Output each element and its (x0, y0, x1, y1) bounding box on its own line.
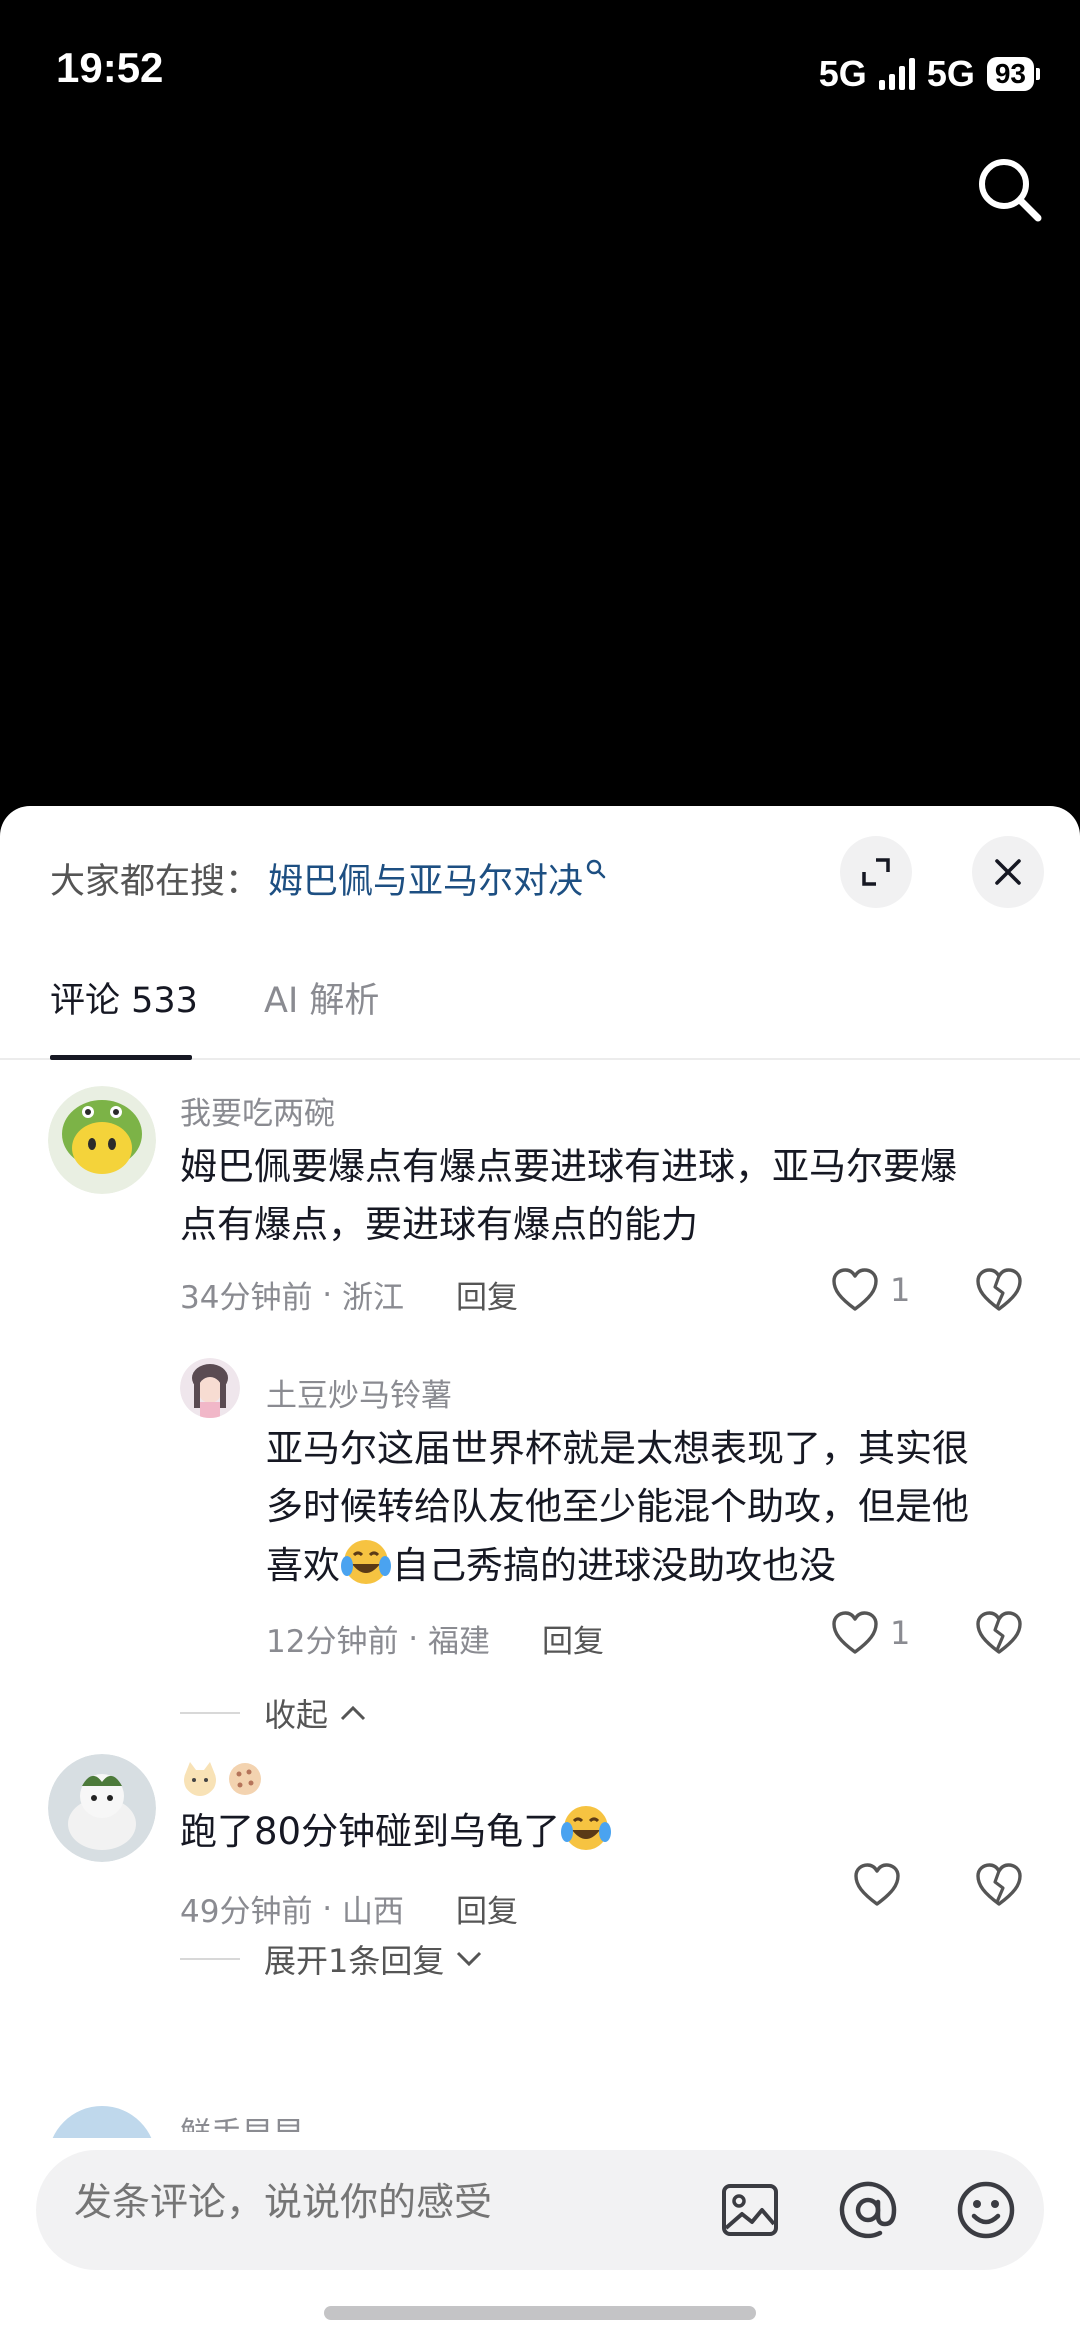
like-button[interactable]: 1 (830, 1267, 910, 1313)
status-bar: 19:52 5G 5G 93 (0, 0, 1080, 150)
avatar[interactable] (48, 1754, 156, 1862)
comment-text-line: 姆巴佩要爆点有爆点要进球有进球，亚马尔要爆 (180, 1145, 957, 1188)
like-button[interactable] (852, 1862, 902, 1908)
tab-bar: 评论 533 AI 解析 (0, 938, 1080, 1060)
expand-icon (862, 858, 890, 886)
like-count: 1 (890, 1614, 911, 1652)
cat-emoji-icon (184, 1762, 216, 1796)
like-button[interactable]: 1 (830, 1610, 910, 1656)
laugh-cry-emoji (561, 1806, 612, 1850)
chevron-up-icon (340, 1705, 366, 1721)
heart-icon (832, 1268, 878, 1311)
status-indicators: 5G 5G 93 (819, 50, 1040, 98)
reply-time: 12分钟前 (266, 1624, 399, 1660)
network-1-label: 5G (818, 53, 867, 94)
laugh-cry-emoji (341, 1540, 391, 1584)
reply-button[interactable]: 回复 (456, 1886, 518, 1931)
at-icon[interactable] (834, 2176, 902, 2244)
tab-comments[interactable]: 评论 533 (50, 972, 198, 1023)
reply-button[interactable]: 回复 (542, 1616, 604, 1661)
hot-search-term[interactable]: 姆巴佩与亚马尔对决 (268, 853, 583, 904)
tab-ai-analysis[interactable]: AI 解析 (264, 972, 379, 1023)
signal-icon (878, 58, 915, 90)
avatar[interactable] (48, 1086, 156, 1194)
comment-sheet: 大家都在搜： 姆巴佩与亚马尔对决 评论 533 AI 解析 我要吃两碗 姆巴佩要… (0, 806, 1080, 2344)
partial-avatar (48, 2106, 156, 2138)
partial-username: 鲜手早早 (180, 2106, 304, 2132)
reply-text-fragment: 喜欢 (266, 1544, 340, 1587)
comment-location: 山西 (342, 1894, 405, 1930)
comment-composer[interactable] (36, 2150, 1044, 2270)
reply-avatar[interactable] (180, 1358, 240, 1418)
expand-button[interactable] (840, 836, 912, 908)
battery-icon: 93 (986, 57, 1034, 91)
heart-icon (854, 1863, 900, 1906)
collapse-replies-button[interactable]: 收起 (180, 1690, 368, 1736)
comment-username[interactable]: 我要吃两碗 (180, 1088, 335, 1133)
reply-text-fragment: 自己秀搞的进球没助攻也没 (392, 1544, 836, 1587)
cookie-emoji-icon (229, 1763, 261, 1795)
meta-separator: · (312, 1276, 343, 1313)
search-icon[interactable] (970, 150, 1050, 230)
comment-username-emoji[interactable] (180, 1760, 264, 1798)
comment-text: 跑了80分钟碰到乌龟了 (180, 1802, 1050, 1861)
comment-list[interactable]: 我要吃两碗 姆巴佩要爆点有爆点要进球有进球，亚马尔要爆 点有爆点，要进球有爆点的… (0, 1062, 1080, 1934)
reply-username[interactable]: 土豆炒马铃薯 (266, 1370, 452, 1415)
reply-text-line: 亚马尔这届世界杯就是太想表现了，其实很 (266, 1427, 969, 1470)
reply-text-line: 多时候转给队友他至少能混个助攻，但是他 (266, 1485, 969, 1528)
meta-separator: · (398, 1620, 429, 1657)
expand-label: 展开1条回复 (264, 1942, 445, 1980)
network-2-label: 5G (926, 53, 975, 94)
search-icon (586, 859, 606, 879)
comment-meta: 49分钟前 · 山西 回复 (180, 1886, 518, 1931)
divider (180, 1958, 240, 1960)
battery-tip (1036, 68, 1040, 80)
chevron-down-icon (457, 1951, 482, 1967)
comment-location: 浙江 (342, 1280, 405, 1316)
comment-meta: 34分钟前 · 浙江 回复 (180, 1272, 518, 1317)
close-icon (995, 859, 1021, 885)
avatar (52, 2106, 152, 2138)
hot-search-label: 大家都在搜： (50, 861, 261, 902)
meta-separator: · (312, 1890, 343, 1927)
reply-text: 亚马尔这届世界杯就是太想表现了，其实很 多时候转给队友他至少能混个助攻，但是他 … (266, 1420, 1056, 1595)
comment-time: 34分钟前 (180, 1280, 313, 1316)
broken-heart-icon[interactable] (974, 1610, 1024, 1656)
divider (180, 1712, 240, 1714)
broken-heart-icon[interactable] (974, 1862, 1024, 1908)
reply-meta: 12分钟前 · 福建 回复 (266, 1616, 604, 1661)
hot-search-bar[interactable]: 大家都在搜： 姆巴佩与亚马尔对决 (50, 850, 607, 906)
reply-location: 福建 (428, 1624, 491, 1660)
collapse-label: 收起 (264, 1696, 329, 1734)
comment-input[interactable] (74, 2180, 634, 2224)
reply-button[interactable]: 回复 (456, 1272, 518, 1317)
close-button[interactable] (972, 836, 1044, 908)
heart-icon (832, 1611, 878, 1654)
home-indicator[interactable] (324, 2306, 756, 2320)
expand-replies-button[interactable]: 展开1条回复 (180, 1936, 484, 1982)
comment-text-line: 点有爆点，要进球有爆点的能力 (180, 1203, 698, 1246)
reply-text-line: 喜欢 自己秀搞的进球没助攻也没 (266, 1536, 1056, 1595)
broken-heart-icon[interactable] (974, 1267, 1024, 1313)
like-count: 1 (890, 1271, 911, 1309)
image-icon[interactable] (716, 2176, 784, 2244)
comment-text: 姆巴佩要爆点有爆点要进球有进球，亚马尔要爆 点有爆点，要进球有爆点的能力 (180, 1138, 1050, 1254)
active-tab-indicator (50, 1055, 192, 1060)
comment-time: 49分钟前 (180, 1894, 313, 1930)
comment-text-fragment: 跑了80分钟碰到乌龟了 (180, 1810, 561, 1853)
smiley-icon[interactable] (952, 2176, 1020, 2244)
status-time: 19:52 (56, 44, 164, 91)
